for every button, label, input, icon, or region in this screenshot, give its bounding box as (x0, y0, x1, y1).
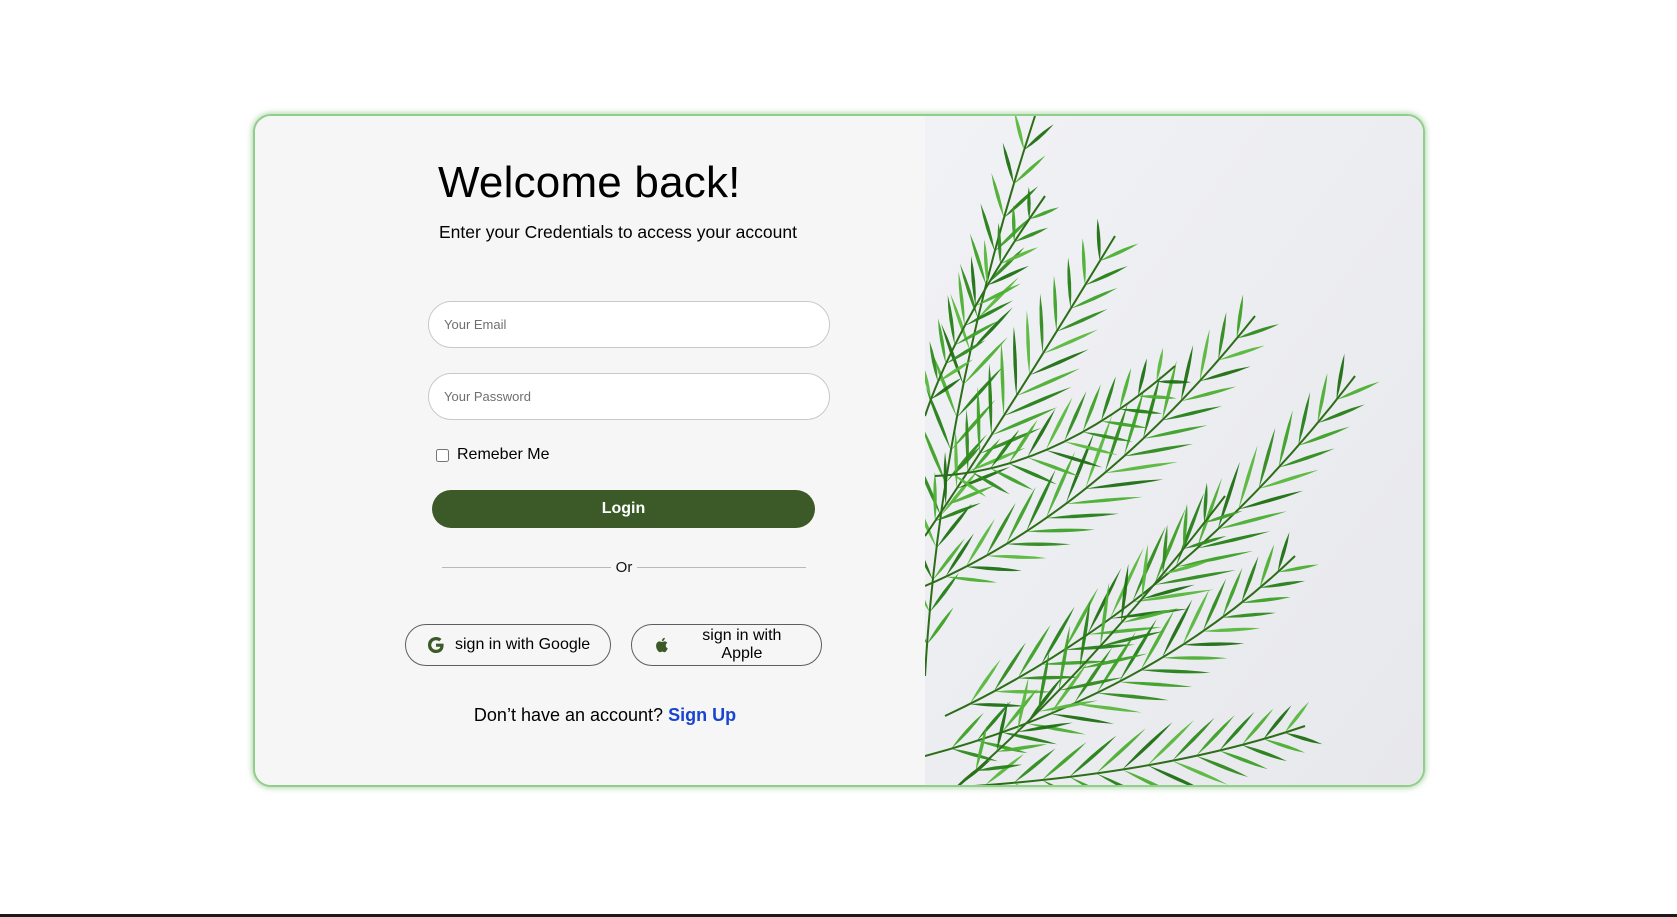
login-card: Welcome back! Enter your Credentials to … (253, 114, 1425, 787)
login-form-panel: Welcome back! Enter your Credentials to … (255, 116, 925, 785)
apple-signin-button[interactable]: sign in with Apple (631, 624, 822, 666)
divider-label: Or (615, 559, 633, 576)
hero-image (925, 116, 1423, 785)
google-icon (426, 635, 446, 655)
page-subtitle: Enter your Credentials to access your ac… (439, 222, 797, 242)
remember-me-label: Remeber Me (457, 446, 550, 463)
palm-leaves-illustration (925, 116, 1423, 785)
login-button[interactable]: Login (432, 490, 815, 528)
email-field[interactable] (428, 301, 830, 348)
google-signin-label: sign in with Google (455, 636, 591, 653)
signup-prompt-text: Don’t have an account? (473, 705, 664, 725)
signup-prompt: Don’t have an account? Sign Up (255, 705, 955, 726)
apple-signin-label: sign in with Apple (702, 627, 782, 662)
apple-icon (652, 635, 672, 655)
remember-me-checkbox[interactable] (436, 448, 449, 462)
divider-line-right (637, 567, 807, 568)
page-title: Welcome back! (438, 158, 741, 207)
page: Welcome back! Enter your Credentials to … (0, 0, 1677, 917)
google-signin-button[interactable]: sign in with Google (405, 624, 611, 666)
signup-link[interactable]: Sign Up (668, 705, 736, 725)
password-field[interactable] (428, 373, 830, 420)
divider-line-left (442, 567, 611, 568)
or-divider: Or (442, 559, 807, 576)
remember-me[interactable]: Remeber Me (436, 446, 549, 464)
